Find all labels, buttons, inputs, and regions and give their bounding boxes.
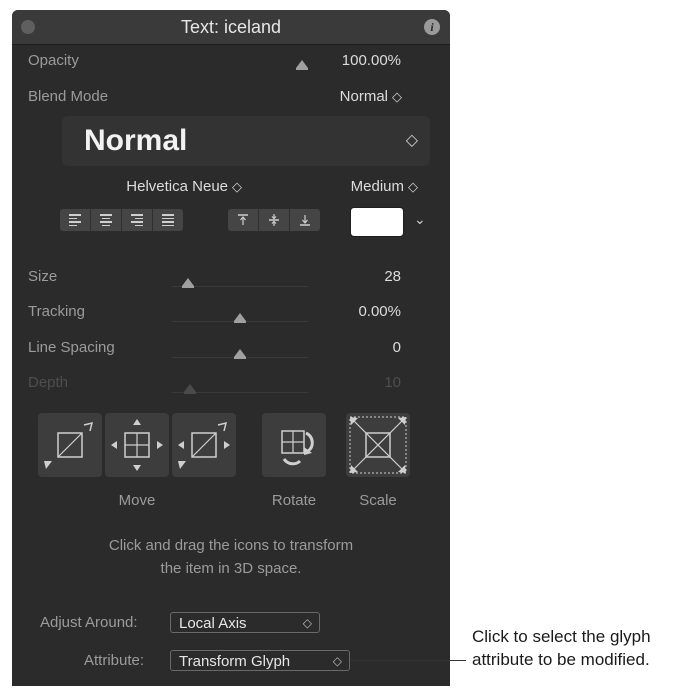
- callout-line-1: Click to select the glyph: [472, 627, 651, 646]
- adjust-around-label: Adjust Around:: [40, 614, 138, 631]
- rotate-button[interactable]: [262, 413, 326, 477]
- justify-icon[interactable]: [153, 209, 183, 231]
- blend-mode-value: Normal: [339, 88, 388, 105]
- line-spacing-value[interactable]: 0: [312, 339, 401, 356]
- text-color-well[interactable]: [350, 207, 404, 237]
- chevron-updown-icon: ◇: [332, 654, 342, 668]
- size-label: Size: [28, 268, 58, 285]
- tracking-slider-thumb[interactable]: [234, 313, 246, 323]
- size-slider-thumb[interactable]: [182, 278, 194, 288]
- adjust-around-popup[interactable]: Local Axis ◇: [170, 612, 320, 633]
- line-spacing-slider-thumb[interactable]: [234, 349, 246, 359]
- attribute-label: Attribute:: [84, 652, 145, 669]
- align-left-icon[interactable]: [60, 209, 91, 231]
- callout-text: Click to select the glyph attribute to b…: [472, 625, 651, 671]
- rotate-label: Rotate: [271, 492, 317, 509]
- opacity-label: Opacity: [28, 52, 79, 69]
- depth-slider-thumb: [184, 384, 196, 394]
- help-line-1: Click and drag the icons to transform: [108, 537, 354, 554]
- tracking-label: Tracking: [28, 303, 85, 320]
- title-bar: Text: iceland i: [12, 10, 450, 45]
- attribute-value: Transform Glyph: [179, 653, 291, 670]
- opacity-slider-thumb[interactable]: [296, 60, 308, 70]
- font-family-popup[interactable]: Helvetica Neue ◇: [72, 178, 242, 195]
- line-spacing-label: Line Spacing: [28, 339, 115, 356]
- window-title: Text: iceland: [180, 17, 282, 37]
- info-icon[interactable]: i: [424, 19, 440, 35]
- horizontal-alignment-group: [60, 209, 183, 231]
- opacity-value[interactable]: 100.00%: [312, 52, 401, 69]
- text-style-preset-popup[interactable]: Normal ◇: [62, 116, 430, 166]
- tracking-value[interactable]: 0.00%: [312, 303, 401, 320]
- callout-leader-line: [350, 660, 466, 661]
- attribute-popup[interactable]: Transform Glyph ◇: [170, 650, 350, 671]
- blend-mode-popup[interactable]: Normal ◇: [292, 88, 402, 105]
- align-bottom-icon[interactable]: [290, 209, 320, 231]
- size-value[interactable]: 28: [312, 268, 401, 285]
- move-xy-button[interactable]: [38, 413, 102, 477]
- help-line-2: the item in 3D space.: [160, 560, 302, 577]
- move-label: Move: [118, 492, 156, 509]
- depth-value: 10: [384, 374, 401, 391]
- preset-value: Normal: [84, 124, 188, 157]
- chevron-updown-icon: ◇: [405, 132, 418, 149]
- chevron-down-icon[interactable]: ⌄: [414, 211, 426, 228]
- align-center-icon[interactable]: [91, 209, 122, 231]
- move-xz-button[interactable]: [105, 413, 169, 477]
- help-text: Click and drag the icons to transform th…: [32, 534, 430, 580]
- move-xyz-button[interactable]: [172, 413, 236, 477]
- chevron-updown-icon: ◇: [392, 89, 402, 104]
- chevron-updown-icon: ◇: [232, 179, 242, 194]
- align-middle-icon[interactable]: [259, 209, 290, 231]
- blend-mode-label: Blend Mode: [28, 88, 109, 105]
- callout-line-2: attribute to be modified.: [472, 650, 650, 669]
- align-top-icon[interactable]: [228, 209, 259, 231]
- font-weight-popup[interactable]: Medium ◇: [312, 178, 418, 195]
- scale-button[interactable]: [346, 413, 410, 477]
- chevron-updown-icon: ◇: [302, 616, 312, 630]
- text-inspector-panel: Text: iceland i Opacity 100.00% Blend Mo…: [12, 10, 450, 686]
- adjust-around-value: Local Axis: [179, 615, 247, 632]
- vertical-alignment-group: [228, 209, 320, 231]
- chevron-updown-icon: ◇: [408, 179, 418, 194]
- depth-label: Depth: [28, 374, 69, 391]
- align-right-icon[interactable]: [122, 209, 153, 231]
- font-weight-value: Medium: [350, 178, 404, 195]
- scale-label: Scale: [359, 492, 397, 509]
- font-family-value: Helvetica Neue: [126, 178, 228, 195]
